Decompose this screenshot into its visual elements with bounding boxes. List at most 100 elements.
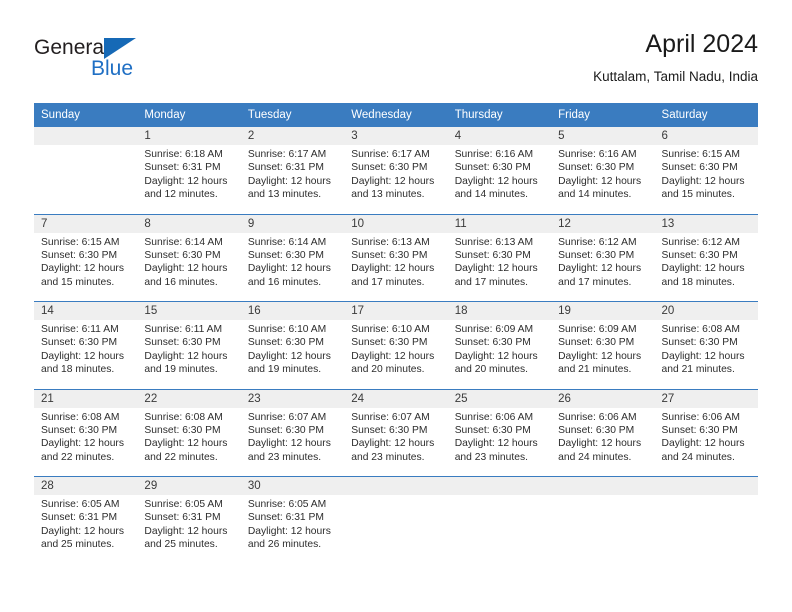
- day-info-line: Sunrise: 6:06 AM: [454, 411, 534, 423]
- day-cell: Sunrise: 6:08 AM Sunset: 6:30 PM Daylight:…: [34, 407, 138, 477]
- day-cell: Sunrise: 6:06 AM Sunset: 6:30 PM Daylight:…: [447, 407, 552, 477]
- day-info-line: Daylight: 12 hours: [661, 438, 745, 450]
- day-info-line: Sunrise: 6:05 AM: [247, 499, 327, 510]
- day-info-line: Daylight: 12 hours: [558, 350, 642, 362]
- day-number[interactable]: 2: [240, 127, 345, 145]
- day-info-line: Daylight: 12 hours: [41, 263, 124, 275]
- day-number[interactable]: 15: [137, 301, 241, 320]
- day-info-line: and 25 minutes.: [144, 539, 218, 551]
- day-number[interactable]: 16: [240, 301, 345, 320]
- day-number[interactable]: 5: [551, 127, 655, 145]
- day-info-line: Sunset: 6:30 PM: [454, 162, 531, 174]
- day-cell: Sunrise: 6:07 AM Sunset: 6:30 PM Daylight:…: [344, 407, 448, 477]
- day-cell-empty: [551, 495, 655, 564]
- day-info-line: Sunset: 6:30 PM: [144, 424, 221, 436]
- column-header-sunday: Sunday: [34, 103, 138, 127]
- day-info-line: and 26 minutes.: [247, 539, 322, 551]
- day-info-line: Sunset: 6:30 PM: [454, 249, 531, 261]
- day-number[interactable]: 25: [447, 388, 552, 408]
- day-number[interactable]: 1: [137, 127, 241, 145]
- day-info-line: and 14 minutes.: [558, 189, 632, 201]
- day-info-line: Daylight: 12 hours: [247, 175, 331, 187]
- day-info-line: Sunset: 6:31 PM: [144, 512, 221, 524]
- day-info-line: Sunset: 6:30 PM: [144, 249, 221, 261]
- day-info-line: Sunrise: 6:16 AM: [558, 149, 637, 160]
- day-number[interactable]: 10: [344, 213, 448, 233]
- day-info-line: and 17 minutes.: [558, 276, 632, 288]
- day-info-line: Sunrise: 6:07 AM: [351, 411, 430, 423]
- column-header-friday: Friday: [551, 103, 655, 127]
- day-info-line: and 24 minutes.: [661, 451, 735, 463]
- day-info-line: Sunrise: 6:10 AM: [247, 324, 327, 335]
- day-number[interactable]: 19: [551, 301, 655, 320]
- day-info-line: and 13 minutes.: [351, 189, 425, 201]
- day-info-line: and 19 minutes.: [247, 364, 322, 376]
- week-daynumber-row: 123456: [34, 127, 758, 145]
- day-number[interactable]: 18: [447, 301, 552, 320]
- day-info-line: Sunrise: 6:16 AM: [454, 149, 534, 160]
- day-number[interactable]: 24: [344, 388, 448, 408]
- day-info-line: Sunrise: 6:08 AM: [41, 411, 120, 423]
- day-info-line: Sunrise: 6:14 AM: [144, 236, 223, 248]
- day-number[interactable]: 12: [551, 213, 655, 233]
- day-number[interactable]: 3: [344, 127, 448, 145]
- day-info-line: Sunset: 6:31 PM: [247, 162, 324, 174]
- day-info-line: Sunrise: 6:06 AM: [558, 411, 637, 423]
- general-blue-logo[interactable]: General Blue: [34, 36, 234, 88]
- day-info-line: Sunset: 6:30 PM: [661, 249, 738, 261]
- day-info-line: Sunset: 6:30 PM: [558, 249, 635, 261]
- day-info-line: Sunset: 6:30 PM: [41, 337, 118, 349]
- day-info-line: Sunrise: 6:14 AM: [247, 236, 327, 248]
- day-cell: Sunrise: 6:11 AM Sunset: 6:30 PM Daylight:…: [34, 320, 138, 389]
- day-info-line: Sunrise: 6:11 AM: [144, 324, 223, 335]
- column-header-thursday: Thursday: [447, 103, 552, 127]
- day-info-line: Daylight: 12 hours: [454, 350, 538, 362]
- day-info-line: Sunset: 6:30 PM: [558, 337, 635, 349]
- day-info-line: Sunset: 6:30 PM: [144, 337, 221, 349]
- day-cell: Sunrise: 6:16 AM Sunset: 6:30 PM Daylight:…: [447, 145, 552, 214]
- day-number[interactable]: 7: [34, 213, 138, 233]
- day-number[interactable]: 11: [447, 213, 552, 233]
- day-info-line: Daylight: 12 hours: [144, 438, 228, 450]
- column-header-monday: Monday: [137, 103, 241, 127]
- day-number[interactable]: 26: [551, 388, 655, 408]
- day-info-line: and 18 minutes.: [41, 364, 115, 376]
- day-number[interactable]: 30: [240, 476, 345, 495]
- day-number[interactable]: 8: [137, 213, 241, 233]
- day-cell: Sunrise: 6:17 AM Sunset: 6:30 PM Daylight:…: [344, 145, 448, 214]
- day-info-line: and 25 minutes.: [41, 539, 115, 551]
- day-info-line: Sunrise: 6:06 AM: [661, 411, 740, 423]
- day-info-line: Daylight: 12 hours: [351, 350, 435, 362]
- day-info-line: Daylight: 12 hours: [144, 350, 228, 362]
- day-number[interactable]: 28: [34, 476, 138, 495]
- day-number[interactable]: 14: [34, 301, 138, 320]
- day-cell: Sunrise: 6:10 AM Sunset: 6:30 PM Daylight:…: [344, 320, 448, 389]
- day-cell: Sunrise: 6:17 AM Sunset: 6:31 PM Daylight:…: [240, 145, 345, 214]
- day-number[interactable]: 17: [344, 301, 448, 320]
- column-header-saturday: Saturday: [654, 103, 758, 127]
- day-info-line: Sunset: 6:30 PM: [41, 249, 118, 261]
- column-header-wednesday: Wednesday: [344, 103, 448, 127]
- day-info-line: Sunset: 6:30 PM: [247, 249, 324, 261]
- day-info-line: Sunrise: 6:07 AM: [247, 411, 327, 423]
- day-info-line: and 14 minutes.: [454, 189, 528, 201]
- day-number[interactable]: 27: [654, 388, 758, 408]
- day-info-line: and 22 minutes.: [41, 451, 115, 463]
- day-info-line: Daylight: 12 hours: [661, 350, 745, 362]
- day-number[interactable]: 6: [654, 127, 758, 145]
- day-number[interactable]: 23: [240, 388, 345, 408]
- day-number[interactable]: 4: [447, 127, 552, 145]
- day-number[interactable]: 9: [240, 213, 345, 233]
- day-info-line: Daylight: 12 hours: [144, 525, 228, 537]
- day-number[interactable]: 13: [654, 213, 758, 233]
- week-daynumber-row: 7 8 9 10 11 12 13: [34, 213, 758, 233]
- day-number-empty: [447, 476, 552, 495]
- week-detail-row: Sunrise: 6:15 AM Sunset: 6:30 PM Daylight:…: [34, 232, 758, 302]
- day-info-line: and 20 minutes.: [351, 364, 425, 376]
- day-info-line: Sunrise: 6:05 AM: [41, 499, 120, 510]
- day-number[interactable]: 20: [654, 301, 758, 320]
- day-cell: Sunrise: 6:05 AM Sunset: 6:31 PM Daylight:…: [240, 495, 345, 564]
- day-number[interactable]: 21: [34, 388, 138, 408]
- day-number[interactable]: 29: [137, 476, 241, 495]
- day-number[interactable]: 22: [137, 388, 241, 408]
